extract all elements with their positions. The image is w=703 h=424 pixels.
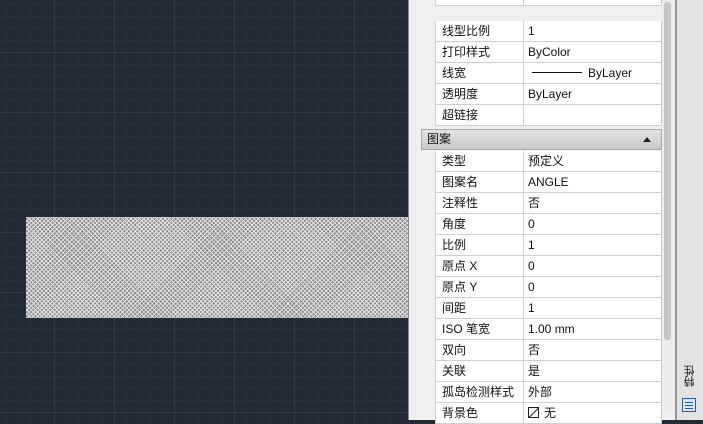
property-row-origin-x[interactable]: 原点 X 0	[421, 256, 662, 277]
property-label: 超链接	[435, 105, 524, 126]
property-row-linetype-scale[interactable]: 线型比例 1	[421, 21, 662, 42]
property-value[interactable]	[524, 105, 662, 126]
property-row-type[interactable]: 类型 预定义	[421, 151, 662, 172]
property-row-annotative[interactable]: 注释性 否	[421, 193, 662, 214]
property-label: 比例	[435, 235, 524, 256]
property-label: 打印样式	[435, 42, 524, 63]
property-value[interactable]: 1	[524, 235, 662, 256]
property-row-origin-y[interactable]: 原点 Y 0	[421, 277, 662, 298]
property-row-double[interactable]: 双向 否	[421, 340, 662, 361]
property-label: 图案名	[435, 172, 524, 193]
property-label: 透明度	[435, 84, 524, 105]
property-label: ISO 笔宽	[435, 319, 524, 340]
property-label: 类型	[435, 151, 524, 172]
property-row-lineweight[interactable]: 线宽 ByLayer	[421, 63, 662, 84]
background-color-value: 无	[544, 406, 557, 420]
property-label: 线宽	[435, 63, 524, 84]
property-row-iso-pen-width[interactable]: ISO 笔宽 1.00 mm	[421, 319, 662, 340]
property-list: 线型比例 1 打印样式 ByColor 线宽 ByLayer 透明度 ByLay…	[421, 0, 662, 424]
property-value[interactable]: ByColor	[524, 42, 662, 63]
property-value[interactable]: 1	[524, 21, 662, 42]
property-label: 原点 Y	[435, 277, 524, 298]
property-value[interactable]: ByLayer	[524, 84, 662, 105]
property-row-scale[interactable]: 比例 1	[421, 235, 662, 256]
scrollbar-thumb[interactable]	[664, 2, 671, 340]
property-value[interactable]: 0	[524, 214, 662, 235]
triangle-up-icon[interactable]	[643, 137, 651, 142]
properties-icon[interactable]	[682, 398, 696, 412]
property-row-angle[interactable]: 角度 0	[421, 214, 662, 235]
property-row-island-detection[interactable]: 孤岛检测样式 外部	[421, 382, 662, 403]
property-value[interactable]: 0	[524, 277, 662, 298]
section-header-pattern[interactable]: 图案	[421, 129, 662, 150]
properties-palette: 线型比例 1 打印样式 ByColor 线宽 ByLayer 透明度 ByLay…	[408, 0, 676, 424]
property-label: 背景色	[435, 403, 524, 424]
property-row-pattern-name[interactable]: 图案名 ANGLE	[421, 172, 662, 193]
property-value[interactable]: 外部	[524, 382, 662, 403]
no-color-icon	[528, 407, 539, 418]
scrollbar[interactable]	[662, 0, 673, 414]
property-value[interactable]: 1.00 mm	[524, 319, 662, 340]
property-row-background-color[interactable]: 背景色 无	[421, 403, 662, 424]
property-row-associative[interactable]: 关联 是	[421, 361, 662, 382]
tab-properties[interactable]: 特性	[680, 362, 700, 390]
property-row-truncated	[421, 0, 662, 21]
property-value[interactable]: 1	[524, 298, 662, 319]
property-value[interactable]: 否	[524, 193, 662, 214]
section-title: 图案	[427, 132, 452, 146]
property-label: 孤岛检测样式	[435, 382, 524, 403]
property-row-plot-style[interactable]: 打印样式 ByColor	[421, 42, 662, 63]
property-label: 双向	[435, 340, 524, 361]
line-sample-icon	[532, 72, 582, 74]
property-value[interactable]: ANGLE	[524, 172, 662, 193]
property-value[interactable]: 0	[524, 256, 662, 277]
property-label: 关联	[435, 361, 524, 382]
property-row-transparency[interactable]: 透明度 ByLayer	[421, 84, 662, 105]
property-label: 线型比例	[435, 21, 524, 42]
hatch-object[interactable]	[26, 217, 410, 318]
property-value[interactable]	[524, 0, 662, 6]
property-label: 原点 X	[435, 256, 524, 277]
property-label: 注释性	[435, 193, 524, 214]
property-label	[435, 0, 524, 6]
property-value[interactable]: ByLayer	[524, 63, 662, 84]
property-row-hyperlink[interactable]: 超链接	[421, 105, 662, 126]
property-value[interactable]: 预定义	[524, 151, 662, 172]
lineweight-value: ByLayer	[588, 66, 633, 80]
property-value[interactable]: 无	[524, 403, 662, 424]
property-label: 角度	[435, 214, 524, 235]
property-row-spacing[interactable]: 间距 1	[421, 298, 662, 319]
property-value[interactable]: 否	[524, 340, 662, 361]
palette-tabstrip: 特性	[676, 0, 703, 420]
property-label: 间距	[435, 298, 524, 319]
property-value[interactable]: 是	[524, 361, 662, 382]
